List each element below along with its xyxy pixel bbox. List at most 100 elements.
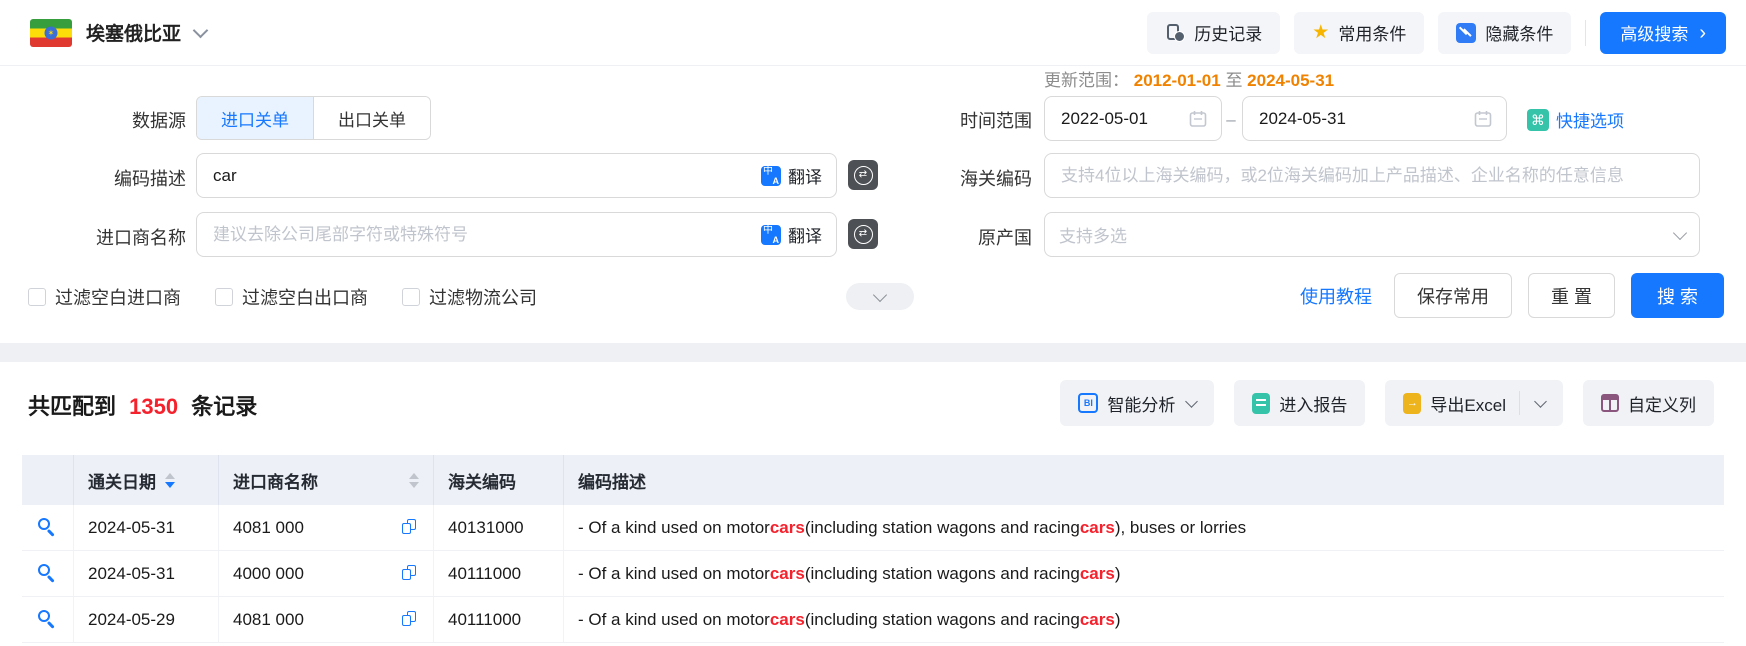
table-header-row: 通关日期 进口商名称 海关编码 编码描述 (22, 455, 1724, 505)
copy-icon[interactable] (402, 519, 419, 536)
code-description-field[interactable]: 中 A 翻译 (196, 153, 837, 198)
sort-desc-icon[interactable] (409, 482, 419, 488)
magnifier-icon[interactable] (37, 609, 58, 630)
hide-conditions-button[interactable]: 隐藏条件 (1438, 12, 1571, 54)
table-row: 2024-05-294081 00040111000- Of a kind us… (22, 597, 1724, 643)
export-excel-button[interactable]: → 导出Excel (1385, 380, 1563, 426)
hs-code-input[interactable] (1059, 165, 1685, 187)
section-divider (0, 343, 1746, 362)
results-toolbar: BI 智能分析 进入报告 → 导出Excel 自定义列 (1060, 380, 1714, 426)
search-button[interactable]: 搜 索 (1631, 273, 1724, 318)
translate-icon: 中 A (761, 225, 781, 245)
sort-desc-icon[interactable] (165, 482, 175, 488)
sort-control[interactable] (409, 473, 419, 488)
code-description-label: 编码描述 (0, 165, 186, 191)
magnifier-icon[interactable] (37, 563, 58, 584)
date-end-input[interactable] (1257, 108, 1466, 130)
description-text: - Of a kind used on motor (578, 610, 770, 630)
command-icon: ⌘ (1527, 109, 1549, 131)
description-text: ) (1115, 610, 1121, 630)
hs-code-cell: 40111000 (434, 551, 564, 596)
importer-code: 4081 000 (233, 518, 304, 538)
checkbox-filter-blank-importer[interactable]: 过滤空白进口商 (28, 284, 181, 310)
history-button[interactable]: 历史记录 (1147, 12, 1280, 54)
highlight-term: cars (770, 564, 805, 584)
filter-checkbox-group: 过滤空白进口商 过滤空白出口商 过滤物流公司 (28, 284, 537, 310)
export-label: 导出Excel (1430, 391, 1506, 416)
checkbox-filter-logistics[interactable]: 过滤物流公司 (402, 284, 537, 310)
star-icon: ★ (1312, 23, 1329, 42)
update-range-label: 更新范围： (1044, 71, 1129, 90)
enter-report-button[interactable]: 进入报告 (1234, 380, 1365, 426)
date-start-field[interactable] (1044, 96, 1222, 141)
row-detail-cell (22, 505, 74, 550)
magnifier-icon[interactable] (37, 517, 58, 538)
origin-country-select[interactable]: 支持多选 (1044, 212, 1700, 257)
sort-asc-icon[interactable] (409, 473, 419, 479)
advanced-search-button[interactable]: 高级搜索 › (1600, 12, 1726, 54)
chevron-down-icon (873, 287, 887, 301)
favorite-conditions-button[interactable]: ★ 常用条件 (1294, 12, 1424, 54)
highlight-term: cars (1080, 564, 1115, 584)
advanced-label: 高级搜索 (1620, 20, 1688, 45)
description-text: - Of a kind used on motor (578, 564, 770, 584)
importer-name-input[interactable] (211, 224, 761, 246)
toolbar-divider (1585, 20, 1586, 46)
report-icon (1252, 393, 1270, 414)
sort-asc-icon[interactable] (165, 473, 175, 479)
sort-control[interactable] (165, 473, 175, 488)
header-detail-column (22, 455, 74, 505)
table-row: 2024-05-314081 00040131000- Of a kind us… (22, 505, 1724, 551)
customize-columns-button[interactable]: 自定义列 (1583, 380, 1714, 426)
header-label: 通关日期 (88, 468, 156, 493)
tab-import-declarations[interactable]: 进口关单 (197, 97, 313, 139)
report-label: 进入报告 (1279, 391, 1347, 416)
country-selector-label[interactable]: 埃塞俄比亚 (86, 19, 181, 46)
importer-name-field[interactable]: 中 A 翻译 (196, 212, 837, 257)
checkbox-icon[interactable] (28, 288, 46, 306)
chevron-down-icon (1673, 225, 1687, 239)
header-label: 编码描述 (578, 468, 646, 493)
hs-code-label: 海关编码 (860, 165, 1032, 191)
tutorial-link[interactable]: 使用教程 (1300, 283, 1372, 309)
copy-icon[interactable] (402, 565, 419, 582)
reset-button[interactable]: 重 置 (1528, 273, 1615, 318)
header-code-description: 编码描述 (564, 455, 1724, 505)
quick-options-button[interactable]: ⌘ 快捷选项 (1527, 107, 1624, 132)
calendar-icon[interactable] (1189, 110, 1207, 128)
code-description-cell: - Of a kind used on motor cars (includin… (564, 597, 1724, 642)
button-divider (1519, 391, 1520, 415)
code-description-input[interactable] (211, 165, 761, 187)
translate-label: 翻译 (788, 163, 822, 188)
row-detail-cell (22, 551, 74, 596)
hs-code-field[interactable] (1044, 153, 1700, 198)
tab-export-declarations[interactable]: 出口关单 (313, 97, 430, 139)
update-range-note: 更新范围： 2012-01-01 至 2024-05-31 (1044, 66, 1334, 91)
translate-label: 翻译 (788, 222, 822, 247)
code-description-cell: - Of a kind used on motor cars (includin… (564, 505, 1724, 550)
importer-code: 4081 000 (233, 610, 304, 630)
checkbox-icon[interactable] (402, 288, 420, 306)
history-label: 历史记录 (1194, 20, 1262, 45)
importer-name-cell: 4000 000 (219, 551, 434, 596)
checkbox-filter-blank-exporter[interactable]: 过滤空白出口商 (215, 284, 368, 310)
checkbox-icon[interactable] (215, 288, 233, 306)
save-common-button[interactable]: 保存常用 (1394, 273, 1512, 318)
chevron-down-icon[interactable] (1534, 395, 1547, 408)
date-end-field[interactable] (1242, 96, 1507, 141)
collapse-icon (1456, 23, 1476, 43)
header-label: 进口商名称 (233, 468, 318, 493)
date-start-input[interactable] (1059, 108, 1181, 130)
columns-icon (1601, 394, 1619, 412)
chevron-down-icon[interactable] (193, 22, 209, 38)
results-summary: 共匹配到 1350 条记录 (28, 389, 257, 421)
copy-icon[interactable] (402, 611, 419, 628)
topbar-actions: 历史记录 ★ 常用条件 隐藏条件 高级搜索 › (1147, 12, 1726, 54)
expand-more-filters-button[interactable] (846, 283, 914, 310)
customs-data-search-page: ✶ 埃塞俄比亚 历史记录 ★ 常用条件 隐藏条件 高级搜索 › 数据源 (0, 0, 1746, 646)
translate-button[interactable]: 中 A 翻译 (761, 163, 822, 188)
flag-emblem-icon: ✶ (45, 26, 58, 39)
calendar-icon[interactable] (1474, 110, 1492, 128)
smart-analysis-button[interactable]: BI 智能分析 (1060, 380, 1214, 426)
translate-button[interactable]: 中 A 翻译 (761, 222, 822, 247)
